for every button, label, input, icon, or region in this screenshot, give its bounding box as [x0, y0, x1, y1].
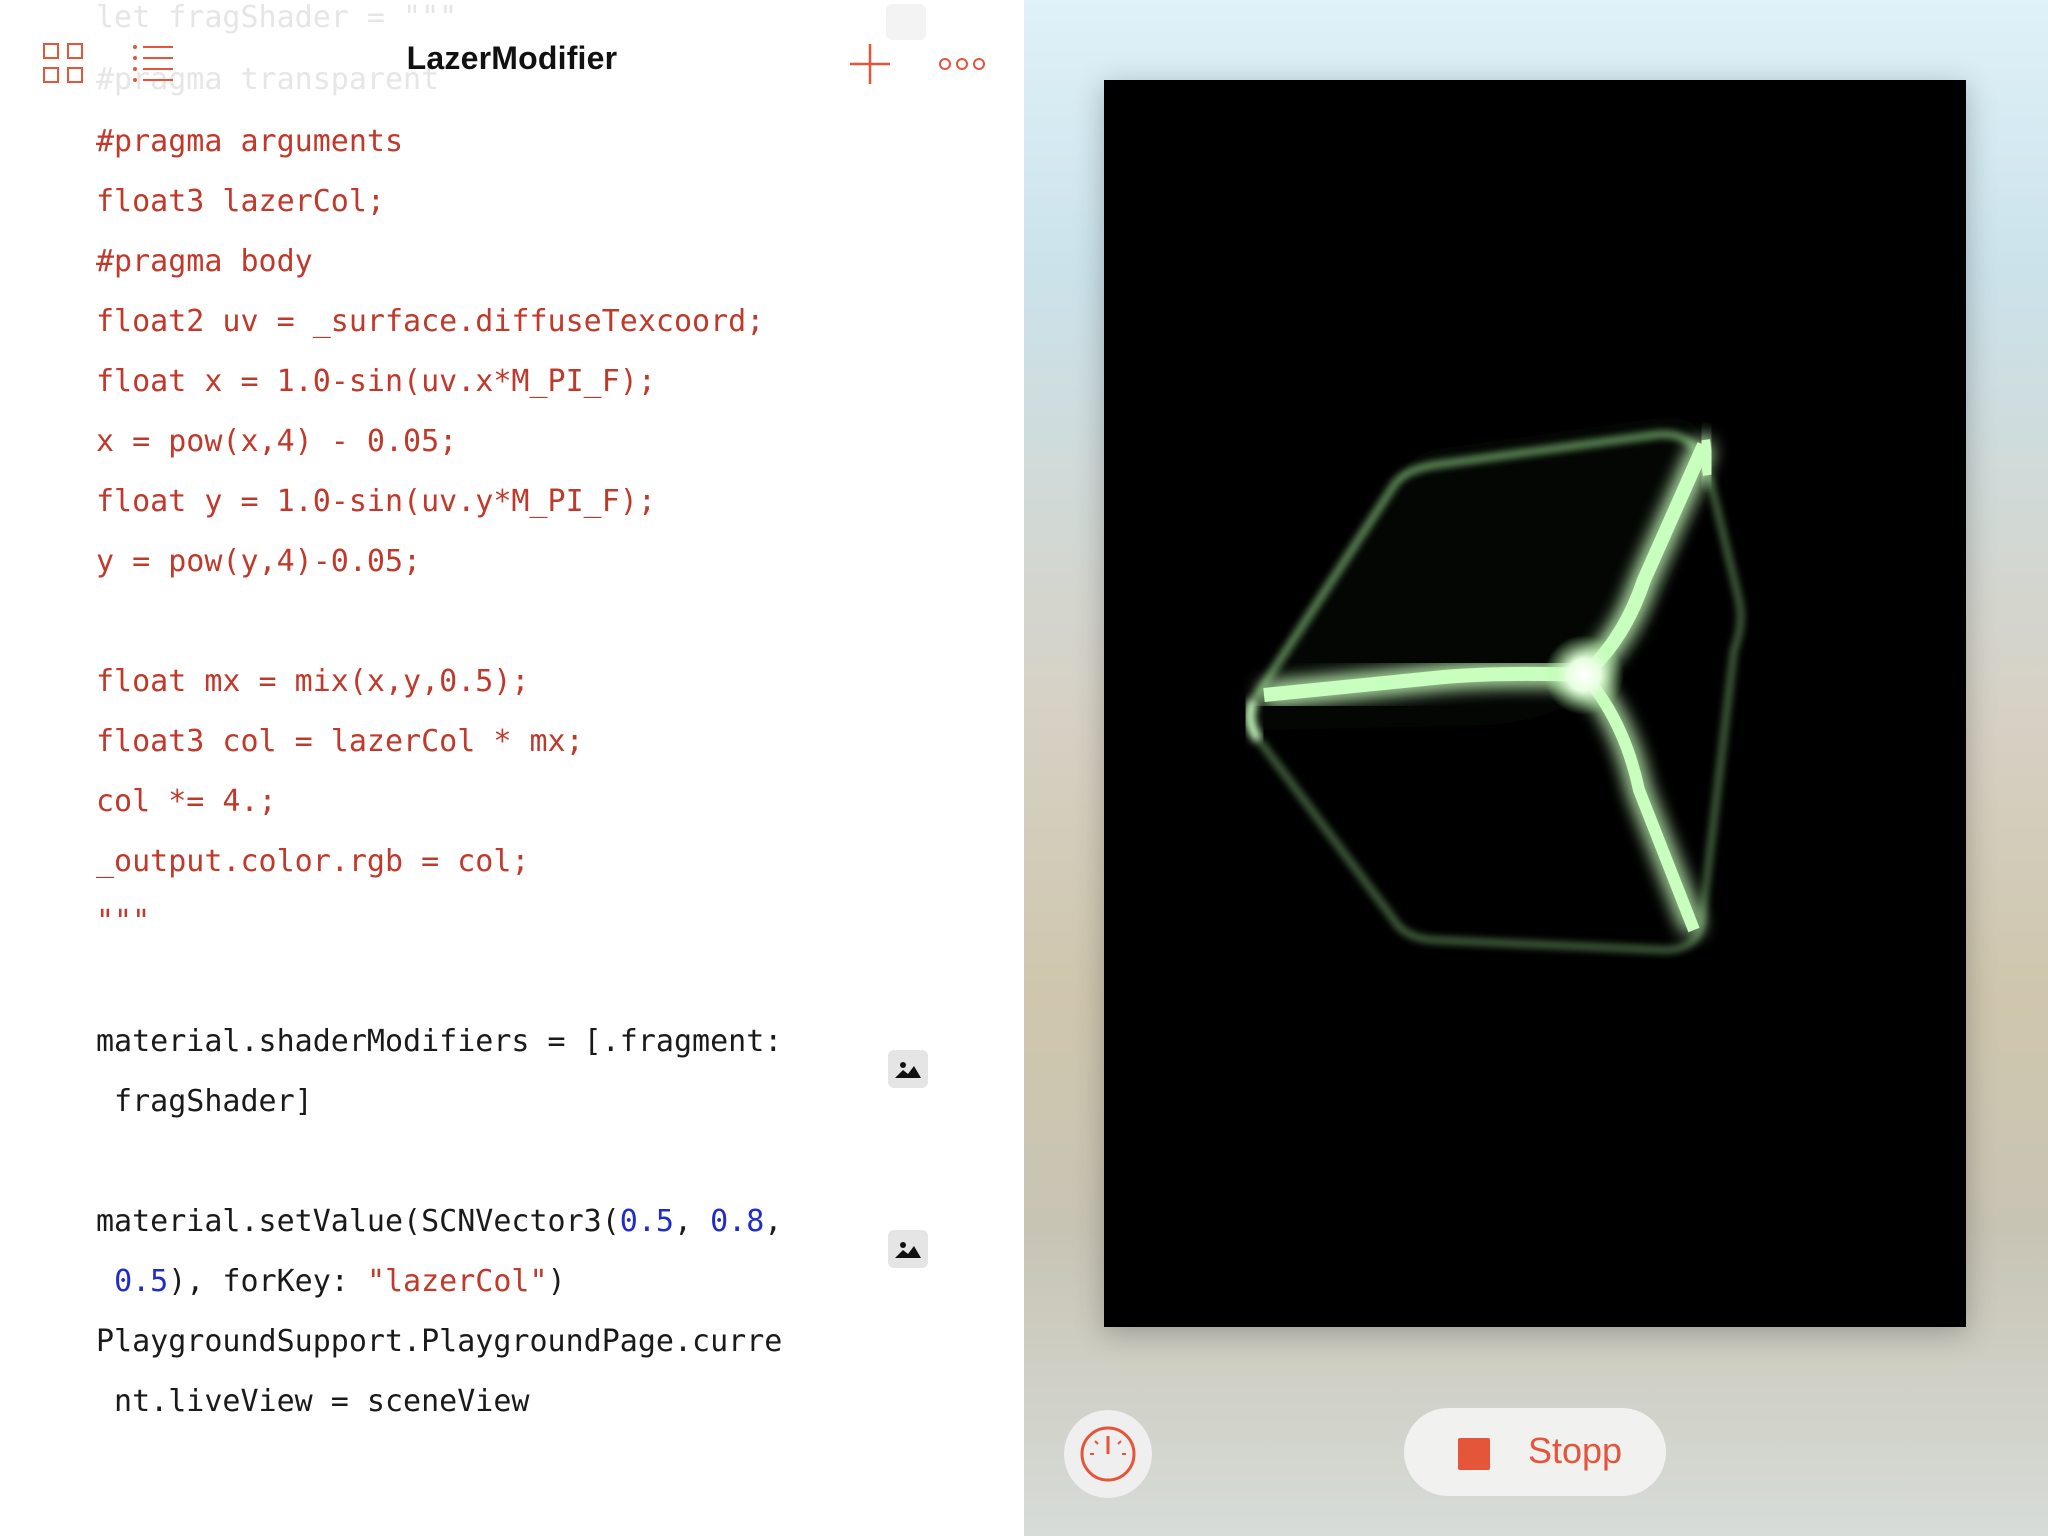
more-icon[interactable] [934, 44, 990, 84]
code-line: float x = 1.0-sin(uv.x*M_PI_F); [96, 364, 656, 399]
navigation-bar: LazerModifier [0, 0, 1024, 128]
code-line: material.setValue(SCNVector3(0.5, 0.8, [96, 1202, 782, 1242]
number-literal: 0.8 [710, 1204, 765, 1239]
code-line: float3 lazerCol; [96, 184, 385, 219]
code-token: , [764, 1204, 783, 1239]
code-line: PlaygroundSupport.PlaygroundPage.curre [96, 1324, 783, 1359]
live-view: Stopp [1024, 0, 2048, 1536]
number-literal: 0.5 [619, 1204, 674, 1239]
code-line: _output.color.rgb = col; [96, 844, 530, 879]
stop-button[interactable]: Stopp [1404, 1408, 1666, 1496]
code-line: y = pow(y,4)-0.05; [96, 544, 422, 579]
code-token: , [673, 1204, 711, 1239]
code-line: x = pow(x,4) - 0.05; [96, 424, 458, 459]
image-result-icon[interactable] [888, 1050, 928, 1088]
code-token: material.setValue(SCNVector3( [96, 1204, 620, 1239]
stop-icon [1458, 1438, 1490, 1470]
code-line: fragShader] [96, 1084, 313, 1119]
stop-button-label: Stopp [1528, 1430, 1623, 1471]
code-line: """ [96, 904, 151, 939]
code-line: float3 col = lazerCol * mx; [96, 724, 584, 759]
code-line: material.shaderModifiers = [.fragment: [96, 1024, 783, 1059]
code-line: float2 uv = _surface.diffuseTexcoord; [96, 304, 765, 339]
number-literal: 0.5 [114, 1264, 169, 1299]
code-line: #pragma arguments [96, 124, 404, 159]
code-line: nt.liveView = sceneView [96, 1384, 530, 1419]
speedometer-icon[interactable] [1064, 1410, 1152, 1498]
code-line: 0.5), forKey: "lazerCol") [96, 1262, 566, 1302]
code-line: float mx = mix(x,y,0.5); [96, 664, 530, 699]
plus-icon[interactable] [844, 38, 896, 90]
image-result-icon[interactable] [888, 1230, 928, 1268]
code-token: ), forKey: [168, 1264, 367, 1299]
code-line: col *= 4.; [96, 784, 277, 819]
code-line: float y = 1.0-sin(uv.y*M_PI_F); [96, 484, 656, 519]
scene-view[interactable] [1104, 80, 1966, 1327]
glowing-cube-render [1245, 417, 1744, 953]
code-editor[interactable]: let fragShader = """ #pragma transparent… [0, 0, 1024, 1536]
string-literal: "lazerCol" [366, 1264, 548, 1299]
code-token: ) [547, 1264, 566, 1299]
code-line: #pragma body [96, 244, 313, 279]
